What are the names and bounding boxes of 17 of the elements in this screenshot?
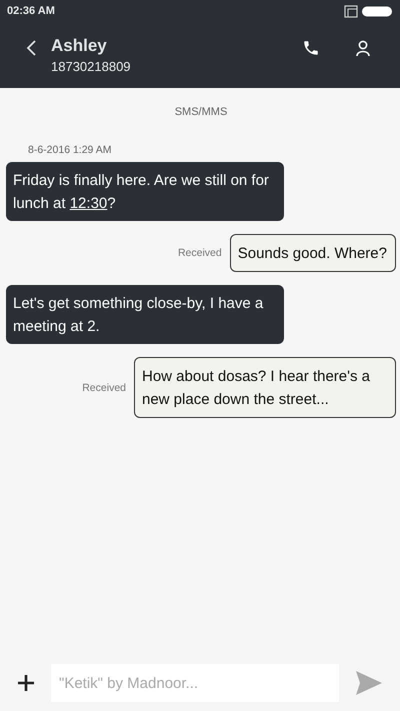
sent-message-bubble: How about dosas? I hear there's a new place down the street... [134,357,396,418]
received-message-bubble: Friday is finally here. Are we still on for lunch at 12:30? [6,162,284,221]
message-input-field[interactable]: "Ketik" by Madnoor... [51,664,339,702]
time-link[interactable]: 12:30 [70,195,108,212]
delivery-status: Received [178,247,222,259]
delivery-status: Received [82,382,126,394]
message-timestamp: 8-6-2016 1:29 AM [28,144,112,156]
status-time: 02:36 AM [7,5,55,17]
person-icon[interactable] [354,39,372,57]
phone-icon[interactable] [302,39,320,57]
contact-name: Ashley [51,36,108,56]
received-message-bubble: Let's get something close-by, I have a meeting at 2. [6,285,284,344]
add-button[interactable] [16,673,36,693]
status-icons-drawing [344,4,394,18]
sent-message-bubble: Sounds good. Where? [230,234,396,272]
channel-label: SMS/MMS [174,106,228,118]
contact-number: 18730218809 [51,59,132,74]
